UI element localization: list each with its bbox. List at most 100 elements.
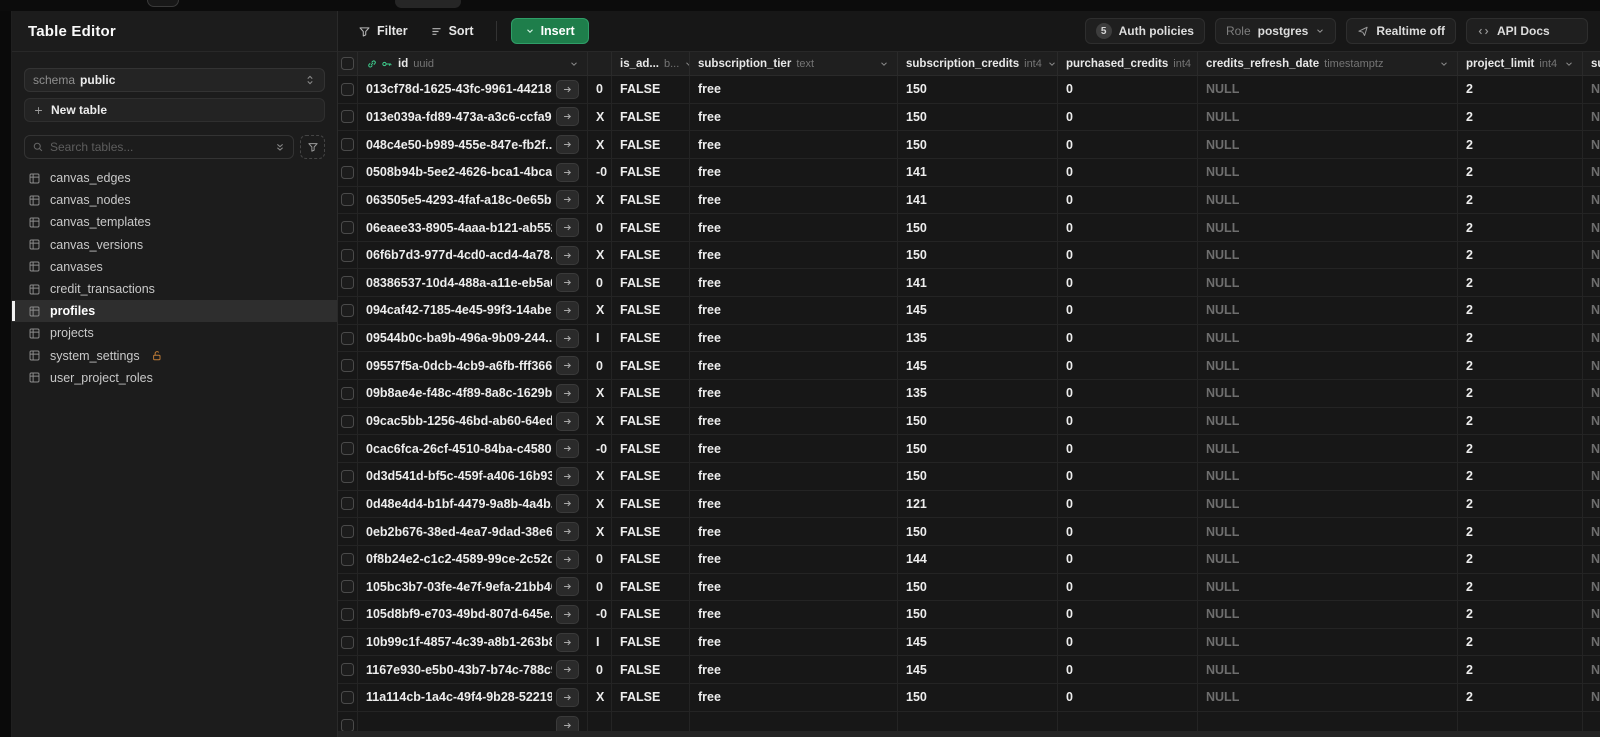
cell-subscription_credits[interactable]: 121 [898, 490, 1058, 518]
cell-su[interactable]: NU [1583, 684, 1600, 711]
cell-su[interactable]: NU [1583, 187, 1600, 214]
cell-su[interactable]: NU [1583, 408, 1600, 435]
cell-is_admin[interactable]: FALSE [612, 601, 690, 628]
sidebar-item-user_project_roles[interactable]: user_project_roles [12, 367, 337, 389]
schema-select[interactable]: schema public [24, 68, 325, 92]
expand-row-button[interactable] [556, 383, 579, 403]
expand-row-button[interactable] [556, 715, 579, 731]
cell-id[interactable]: 105bc3b7-03fe-4e7f-9efa-21bb40... [358, 573, 588, 601]
row-checkbox[interactable] [341, 359, 354, 373]
cell-subscription_credits[interactable]: 150 [898, 573, 1058, 601]
cell-clipped[interactable]: X [588, 407, 612, 435]
cell-clipped[interactable]: X [588, 462, 612, 490]
cell-clipped[interactable]: 0 [588, 545, 612, 573]
cell-project_limit[interactable]: 2 [1458, 656, 1583, 684]
cell-clipped[interactable]: I [588, 628, 612, 656]
cell-su[interactable]: NU [1583, 214, 1600, 241]
cell-id[interactable]: 09b8ae4e-f48c-4f89-8a8c-1629b... [358, 380, 588, 407]
cell-subscription_credits[interactable]: 145 [898, 352, 1058, 380]
cell-credits_refresh_date[interactable]: NULL [1198, 684, 1458, 711]
cell-subscription_tier[interactable]: free [690, 684, 898, 711]
cell-su[interactable]: NU [1583, 325, 1600, 352]
auth-policies-button[interactable]: 5 Auth policies [1084, 18, 1205, 44]
insert-button[interactable]: Insert [510, 18, 589, 44]
cell-clipped[interactable]: X [588, 297, 612, 324]
cell-subscription_credits[interactable]: 141 [898, 158, 1058, 186]
cell-su[interactable]: NU [1583, 574, 1600, 601]
cell-su[interactable]: NU [1583, 629, 1600, 656]
cell-id[interactable]: 0508b94b-5ee2-4626-bca1-4bca... [358, 158, 588, 186]
cell-is_admin[interactable]: FALSE [612, 297, 690, 324]
cell-subscription_tier[interactable]: free [690, 545, 898, 573]
cell-purchased_credits[interactable]: 0 [1058, 628, 1198, 656]
cell-id[interactable]: 06f6b7d3-977d-4cd0-acd4-4a78... [358, 241, 588, 269]
expand-row-button[interactable] [556, 245, 579, 265]
cell-is_admin[interactable]: FALSE [612, 628, 690, 656]
cell-credits_refresh_date[interactable]: NULL [1198, 601, 1458, 628]
cell-id[interactable]: 0d48e4d4-b1bf-4479-9a8b-4a4b... [358, 490, 588, 518]
cell-subscription_credits[interactable]: 150 [898, 214, 1058, 241]
cell-project_limit[interactable]: 2 [1458, 186, 1583, 214]
cell-id[interactable]: 09cac5bb-1256-46bd-ab60-64ed... [358, 407, 588, 435]
row-checkbox[interactable] [341, 552, 354, 566]
expand-row-button[interactable] [556, 356, 579, 376]
cell-credits_refresh_date[interactable]: NULL [1198, 297, 1458, 324]
cell-id[interactable]: 1167e930-e5b0-43b7-b74c-788c9... [358, 656, 588, 684]
cell-credits_refresh_date[interactable]: NULL [1198, 462, 1458, 490]
cell-credits_refresh_date[interactable]: NULL [1198, 435, 1458, 462]
cell-credits_refresh_date[interactable]: NULL [1198, 324, 1458, 352]
cell-purchased_credits[interactable]: 0 [1058, 241, 1198, 269]
cell-subscription_credits[interactable]: 145 [898, 297, 1058, 324]
row-checkbox[interactable] [341, 580, 354, 594]
cell-credits_refresh_date[interactable]: NULL [1198, 158, 1458, 186]
row-checkbox[interactable] [341, 414, 354, 428]
expand-row-button[interactable] [556, 190, 579, 210]
cell-purchased_credits[interactable]: 0 [1058, 76, 1198, 103]
cell-credits_refresh_date[interactable]: NULL [1198, 628, 1458, 656]
cell-project_limit[interactable]: 2 [1458, 518, 1583, 545]
expand-row-button[interactable] [556, 604, 579, 624]
row-checkbox[interactable] [341, 221, 354, 235]
sidebar-item-canvases[interactable]: canvases [12, 256, 337, 278]
cell-purchased_credits[interactable]: 0 [1058, 324, 1198, 352]
cell-su[interactable]: NU [1583, 546, 1600, 573]
cell-subscription_tier[interactable]: free [690, 214, 898, 241]
row-checkbox[interactable] [341, 469, 354, 483]
row-checkbox[interactable] [341, 497, 354, 511]
cell-is_admin[interactable] [612, 711, 690, 731]
cell-clipped[interactable]: -0 [588, 158, 612, 186]
row-checkbox[interactable] [341, 718, 354, 731]
cell-subscription_credits[interactable]: 150 [898, 462, 1058, 490]
cell-purchased_credits[interactable]: 0 [1058, 352, 1198, 380]
cell-id[interactable]: 0eb2b676-38ed-4ea7-9dad-38e6... [358, 518, 588, 545]
cell-credits_refresh_date[interactable]: NULL [1198, 269, 1458, 297]
cell-project_limit[interactable]: 2 [1458, 241, 1583, 269]
horizontal-scrollbar[interactable] [338, 731, 1600, 737]
cell-su[interactable]: NU [1583, 463, 1600, 490]
cell-id[interactable] [358, 711, 588, 731]
cell-su[interactable]: NU [1583, 131, 1600, 158]
row-checkbox[interactable] [341, 193, 354, 207]
select-all-checkbox[interactable] [341, 57, 354, 70]
cell-subscription_tier[interactable]: free [690, 324, 898, 352]
cell-subscription_tier[interactable]: free [690, 380, 898, 407]
cell-purchased_credits[interactable]: 0 [1058, 490, 1198, 518]
cell-subscription_tier[interactable]: free [690, 269, 898, 297]
cell-clipped[interactable]: X [588, 518, 612, 545]
cell-subscription_tier[interactable]: free [690, 628, 898, 656]
cell-clipped[interactable]: 0 [588, 214, 612, 241]
cell-is_admin[interactable]: FALSE [612, 435, 690, 462]
cell-credits_refresh_date[interactable]: NULL [1198, 76, 1458, 103]
cell-purchased_credits[interactable]: 0 [1058, 462, 1198, 490]
expand-row-button[interactable] [556, 218, 579, 238]
cell-id[interactable]: 013e039a-fd89-473a-a3c6-ccfa9... [358, 103, 588, 131]
sort-button[interactable]: Sort [422, 18, 482, 44]
cell-project_limit[interactable]: 2 [1458, 435, 1583, 462]
cell-subscription_tier[interactable]: free [690, 131, 898, 158]
cell-is_admin[interactable]: FALSE [612, 518, 690, 545]
expand-row-button[interactable] [556, 162, 579, 182]
cell-project_limit[interactable] [1458, 711, 1583, 731]
cell-is_admin[interactable]: FALSE [612, 158, 690, 186]
cell-is_admin[interactable]: FALSE [612, 407, 690, 435]
cell-clipped[interactable]: -0 [588, 601, 612, 628]
